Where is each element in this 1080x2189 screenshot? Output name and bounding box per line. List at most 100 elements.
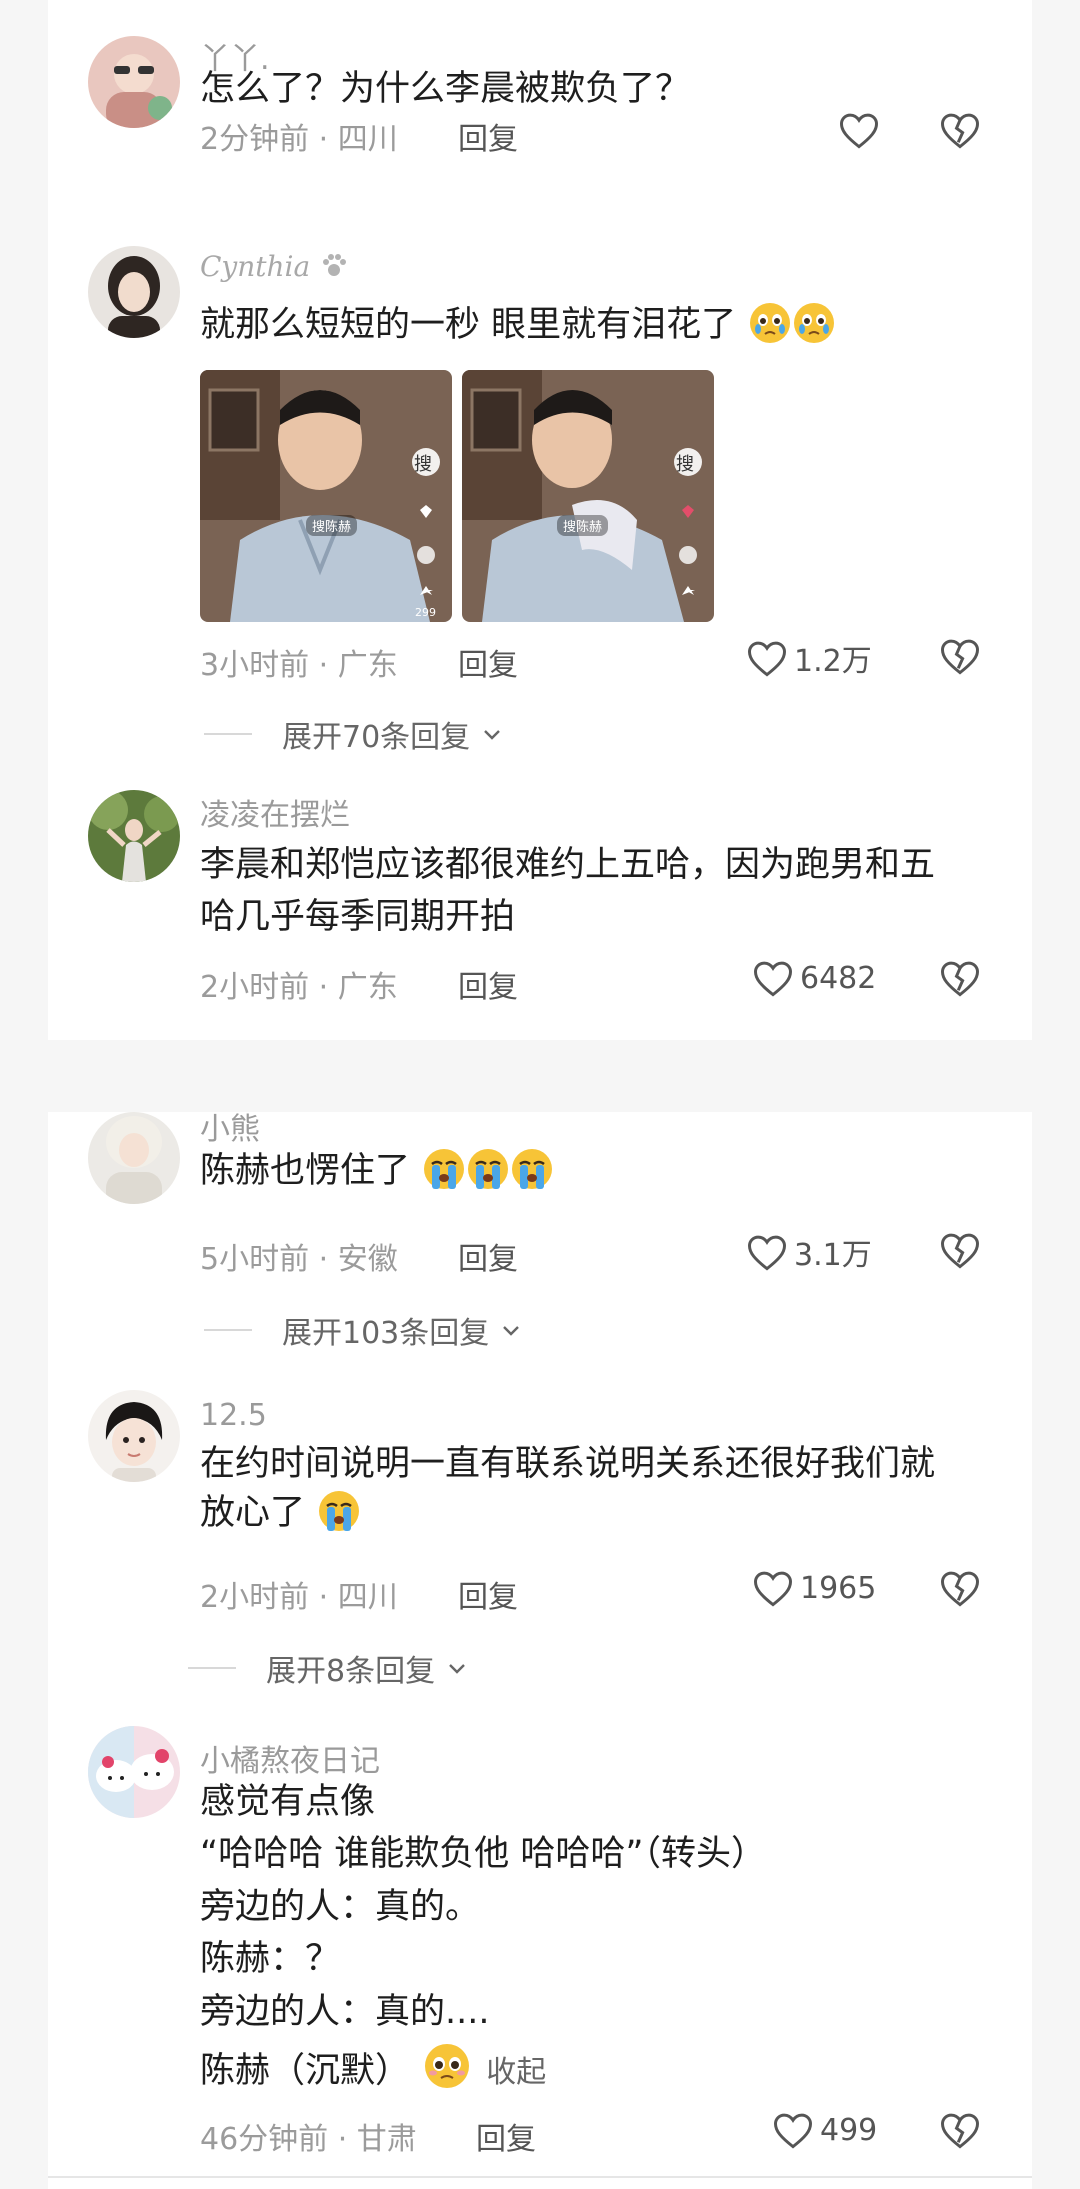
location: 四川 [337,1580,398,1615]
dislike-button[interactable] [939,1230,981,1274]
avatar[interactable] [88,246,180,338]
comment-meta: 5小时前 · 安徽 [200,1242,398,1277]
thumb-badge: 搜 [676,454,694,475]
like-button[interactable]: 1.2万 [746,636,872,680]
image-attachments: 搜 搜陈赫 299 搜 搜陈赫 [200,370,720,622]
reply-button[interactable]: 回复 [458,640,518,684]
dislike-button[interactable] [939,636,981,680]
comment-text: 感觉有点像 [200,1782,376,1822]
divider [204,733,252,735]
reply-button[interactable]: 回复 [458,1234,518,1278]
timestamp: 2分钟前 [200,122,310,157]
username[interactable]: 12.5 [200,1398,267,1433]
broken-heart-icon [941,113,979,149]
comment-list-section: 丫丫. 怎么了？为什么李晨被欺负了？ 2分钟前 · 四川 回复 Cynthia … [48,0,1032,1040]
crying-emoji [467,1148,509,1190]
pleading-emoji [423,2042,471,2090]
crying-emoji [511,1148,553,1190]
location: 广东 [337,648,398,683]
thumb-badge: 搜 [414,454,432,475]
avatar[interactable] [88,36,180,128]
avatar[interactable] [88,1390,180,1482]
comment-meta: 2小时前 · 广东 [200,970,398,1005]
chevron-down-icon [449,1664,465,1674]
like-button[interactable] [838,110,886,150]
reply-button[interactable]: 回复 [458,962,518,1006]
heart-icon [754,1571,792,1607]
comment-text: 放心了 [200,1490,360,1535]
avatar[interactable] [88,1112,180,1204]
like-button[interactable]: 3.1万 [746,1230,872,1274]
reply-button[interactable]: 回复 [458,114,518,158]
comment-text: “哈哈哈 谁能欺负他 哈哈哈”（转头） [200,1834,767,1874]
comment-text: 旁边的人：真的.... [200,1992,490,2032]
teary-emoji [749,302,791,344]
like-count: 1.2万 [794,644,872,679]
location: 安徽 [337,1242,398,1277]
location: 甘肃 [356,2122,417,2157]
reply-button[interactable]: 回复 [458,1572,518,1616]
like-button[interactable]: 6482 [752,958,876,998]
video-thumbnail[interactable]: 搜 搜陈赫 299 [200,370,452,622]
divider [204,1329,252,1331]
comment-meta: 2分钟前 · 四川 [200,122,398,157]
like-button[interactable]: 499 [772,2110,877,2150]
thumb-count: 299 [415,606,436,619]
location: 广东 [337,970,398,1005]
teary-emoji [793,302,835,344]
crying-emoji [318,1490,360,1532]
location: 四川 [337,122,398,157]
bottom-divider [48,2176,1032,2178]
dislike-button[interactable] [939,110,981,154]
paw-icon [323,254,347,276]
thumb-search-label: 搜陈赫 [557,515,609,536]
collapse-button[interactable]: 收起 [486,2055,546,2090]
expand-replies-button[interactable]: 展开103条回复 [204,1308,523,1352]
dislike-button[interactable] [939,958,981,1002]
crying-emoji [423,1148,465,1190]
username[interactable]: 小橘熬夜日记 [200,1736,380,1780]
timestamp: 3小时前 [200,648,310,683]
comment-text: 就那么短短的一秒 眼里就有泪花了 [200,302,835,347]
like-count: 1965 [800,1570,877,1606]
timestamp: 2小时前 [200,1580,310,1615]
timestamp: 5小时前 [200,1242,310,1277]
comment-text: 哈几乎每季同期开拍 [200,897,516,937]
username[interactable]: Cynthia [200,250,349,283]
heart-icon [748,1235,786,1271]
expand-replies-button[interactable]: 展开8条回复 [188,1646,469,1690]
like-button[interactable]: 1965 [752,1568,876,1608]
expand-replies-button[interactable]: 展开70条回复 [204,712,504,756]
comment-meta: 2小时前 · 四川 [200,1580,398,1615]
thumb-search-label: 搜陈赫 [306,515,358,536]
comment-text: 陈赫也愣住了 [200,1148,553,1193]
comment-list-section: 小熊 陈赫也愣住了 5小时前 · 安徽 回复 3.1万 展开103条回复 12.… [48,1112,1032,2189]
timestamp: 2小时前 [200,970,310,1005]
comment-text: 在约时间说明一直有联系说明关系还很好我们就 [200,1444,936,1484]
username[interactable]: 凌凌在摆烂 [200,790,350,834]
comment-meta: 3小时前 · 广东 [200,648,398,683]
heart-icon [840,113,878,149]
video-thumbnail[interactable]: 搜 搜陈赫 [462,370,714,622]
dislike-button[interactable] [939,1568,981,1612]
heart-icon [774,2113,812,2149]
broken-heart-icon [941,961,979,997]
username[interactable]: 小熊 [200,1104,260,1148]
avatar[interactable] [88,1726,180,1818]
like-count: 499 [820,2112,878,2148]
like-count: 6482 [800,960,877,996]
dislike-button[interactable] [939,2110,981,2154]
avatar[interactable] [88,790,180,882]
reply-button[interactable]: 回复 [476,2114,536,2158]
broken-heart-icon [941,1571,979,1607]
comment-text: 旁边的人：真的。 [200,1887,481,1927]
comment-text: 陈赫：？ [200,1939,341,1979]
timestamp: 46分钟前 [200,2122,329,2157]
heart-icon [748,641,786,677]
broken-heart-icon [941,2113,979,2149]
chevron-down-icon [484,730,501,740]
chevron-down-icon [503,1326,520,1336]
heart-icon [754,961,792,997]
comment-meta: 46分钟前 · 甘肃 [200,2122,417,2157]
comment-text: 怎么了？为什么李晨被欺负了？ [200,69,691,109]
